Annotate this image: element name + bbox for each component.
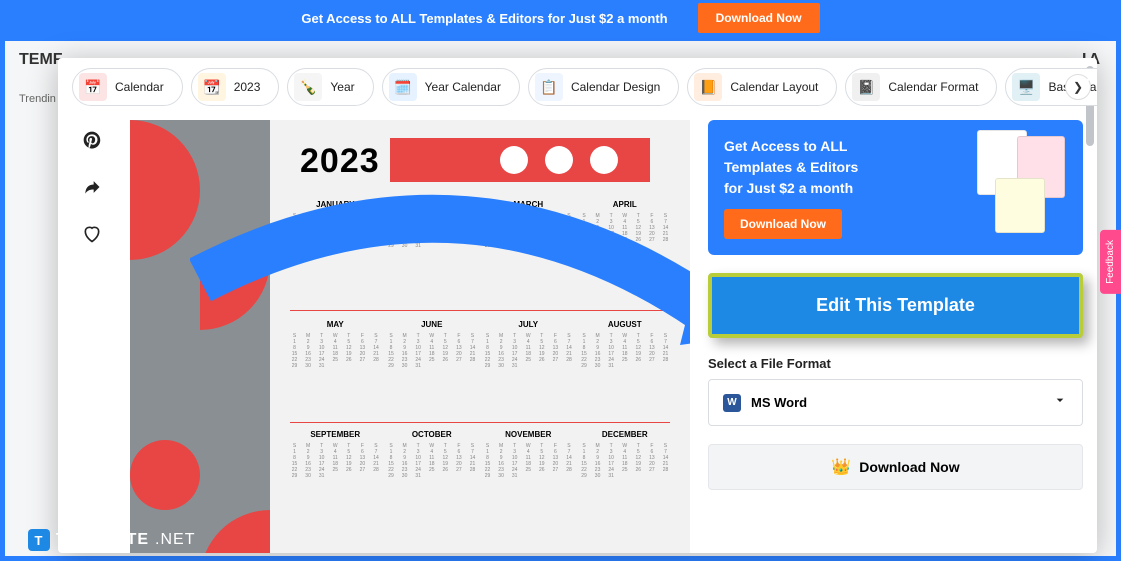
promo-card: Get Access to ALL Templates & Editors fo… [708,120,1083,255]
template-modal: 📅Calendar 📆2023 🍾Year 🗓️Year Calendar 📋C… [58,58,1097,553]
page-title-left: TEMF [19,51,63,69]
promo-topbar: Get Access to ALL Templates & Editors fo… [0,0,1121,36]
logo-icon: T [28,529,50,551]
preview-year: 2023 [300,142,380,181]
promo-line3: for Just $2 a month [724,178,858,199]
feedback-tab[interactable]: Feedback [1100,230,1121,294]
download-now-button[interactable]: 👑 Download Now [708,444,1083,490]
chip-calendar-design[interactable]: 📋Calendar Design [528,68,679,106]
close-icon[interactable]: ✕ [1081,66,1099,92]
topbar-text: Get Access to ALL Templates & Editors fo… [301,11,667,26]
file-format-selected: MS Word [751,395,807,410]
pinterest-icon[interactable] [82,130,102,155]
template-preview: 2023 JanuarySMTWTFS123456789101112131415… [130,120,690,553]
preview-red-bar [390,138,650,182]
right-panel: Get Access to ALL Templates & Editors fo… [708,120,1083,553]
file-format-label: Select a File Format [708,356,1083,371]
preview-months-row1: JanuarySMTWTFS12345678910111213141516171… [290,200,670,249]
msword-icon: W [723,394,741,412]
promo-download-button[interactable]: Download Now [724,209,842,239]
chip-calendar-layout[interactable]: 📙Calendar Layout [687,68,837,106]
brand-logo[interactable]: T TEMPLATE .NET [28,529,195,551]
preview-months-row2: MaySMTWTFS123456789101112131415161718192… [290,320,670,369]
chevron-down-icon [1052,392,1068,413]
preview-months-row3: SeptemberSMTWTFS123456789101112131415161… [290,430,670,479]
file-format-select[interactable]: W MS Word [708,379,1083,426]
share-icon[interactable] [82,177,102,202]
chip-year[interactable]: 🍾Year [287,68,373,106]
edit-template-button[interactable]: Edit This Template [708,273,1083,338]
file-format-section: Select a File Format W MS Word [708,356,1083,426]
trending-label: Trendin [19,93,56,105]
topbar-download-button[interactable]: Download Now [698,3,820,33]
chip-2023[interactable]: 📆2023 [191,68,280,106]
promo-line1: Get Access to ALL [724,136,858,157]
left-actions [72,120,112,553]
logo-text1: TEMPLATE [56,531,149,549]
promo-thumbnails [973,130,1073,240]
promo-line2: Templates & Editors [724,157,858,178]
chip-year-calendar[interactable]: 🗓️Year Calendar [382,68,520,106]
logo-text2: .NET [155,531,195,549]
heart-icon[interactable] [82,224,102,249]
chip-calendar[interactable]: 📅Calendar [72,68,183,106]
crown-icon: 👑 [831,457,851,477]
modal-content: 2023 JanuarySMTWTFS123456789101112131415… [58,116,1097,553]
preview-sidebar-decor [130,120,270,553]
chip-calendar-format[interactable]: 📓Calendar Format [845,68,997,106]
category-chips-row: 📅Calendar 📆2023 🍾Year 🗓️Year Calendar 📋C… [58,58,1097,116]
